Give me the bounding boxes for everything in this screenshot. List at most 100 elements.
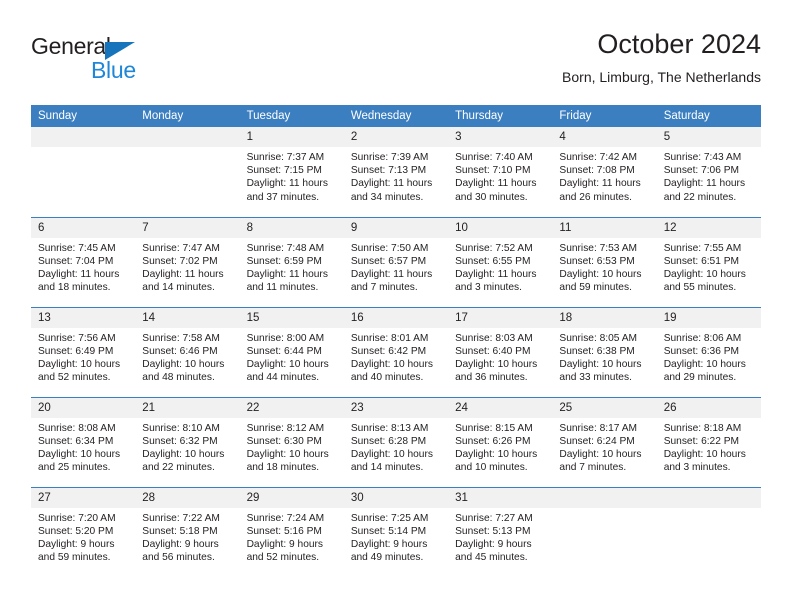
daylight-text-line2: and 7 minutes. [559, 462, 627, 474]
daylight-text-line1: Daylight: 10 hours [455, 448, 538, 460]
daylight-text-line1: Daylight: 10 hours [142, 358, 225, 370]
day-number: 20 [31, 397, 136, 418]
sunset-text: Sunset: 7:06 PM [663, 165, 740, 177]
daylight-text-line2: and 14 minutes. [350, 462, 424, 474]
calendar-day-cell[interactable]: 21 Sunrise: 8:10 AM Sunset: 6:32 PM Dayligh… [135, 396, 240, 487]
daylight-text-line2: and 22 minutes. [663, 191, 737, 203]
title-block: October 2024 Born, Limburg, The Netherla… [562, 27, 761, 87]
sunset-text: Sunset: 6:30 PM [246, 435, 322, 447]
calendar-day-cell[interactable]: 9 Sunrise: 7:50 AM Sunset: 6:57 PM Daylight… [343, 216, 449, 307]
calendar-day-cell[interactable]: 26 Sunrise: 8:18 AM Sunset: 6:22 PM Dayligh… [656, 396, 761, 487]
daylight-text-line1: Daylight: 9 hours [350, 538, 428, 550]
sunset-text: Sunset: 6:55 PM [455, 255, 531, 267]
daylight-text-line2: and 55 minutes. [663, 282, 737, 294]
daylight-text-line2: and 59 minutes. [559, 282, 632, 294]
calendar-day-cell[interactable]: 28 Sunrise: 7:22 AM Sunset: 5:18 PM Dayligh… [135, 486, 240, 577]
calendar-day-cell[interactable]: 4 Sunrise: 7:42 AM Sunset: 7:08 PM Daylight… [552, 127, 657, 217]
sunrise-text: Sunrise: 8:08 AM [38, 422, 116, 434]
day-details: Sunrise: 7:22 AM Sunset: 5:18 PM Daylight:… [135, 508, 239, 565]
day-number: 3 [448, 127, 553, 147]
sunset-text: Sunset: 6:49 PM [38, 345, 114, 357]
daylight-text-line2: and 56 minutes. [142, 552, 215, 564]
calendar-day-cell[interactable]: 5 Sunrise: 7:43 AM Sunset: 7:06 PM Daylight… [656, 127, 761, 217]
calendar-day-cell[interactable]: 19 Sunrise: 8:06 AM Sunset: 6:36 PM Dayligh… [656, 306, 761, 397]
sunset-text: Sunset: 6:40 PM [455, 345, 531, 357]
calendar-week-row: 1 Sunrise: 7:37 AM Sunset: 7:15 PM Daylight… [31, 127, 761, 217]
day-details: Sunrise: 7:20 AM Sunset: 5:20 PM Daylight:… [31, 508, 135, 565]
sunrise-text: Sunrise: 7:22 AM [142, 512, 220, 524]
sunset-text: Sunset: 6:51 PM [663, 255, 740, 267]
calendar-day-cell[interactable]: 6 Sunrise: 7:45 AM Sunset: 7:04 PM Daylight… [31, 216, 136, 307]
sunset-text: Sunset: 6:44 PM [246, 345, 322, 357]
calendar-day-cell[interactable]: 18 Sunrise: 8:05 AM Sunset: 6:38 PM Dayligh… [552, 306, 657, 397]
page-subtitle: Born, Limburg, The Netherlands [562, 69, 761, 85]
day-number: 14 [135, 307, 240, 328]
daylight-text-line2: and 40 minutes. [350, 372, 424, 384]
calendar-day-cell[interactable]: 27 Sunrise: 7:20 AM Sunset: 5:20 PM Dayligh… [31, 486, 136, 577]
day-number: 13 [31, 307, 136, 328]
sunrise-text: Sunrise: 8:10 AM [142, 422, 220, 434]
calendar-week-row: 27 Sunrise: 7:20 AM Sunset: 5:20 PM Dayligh… [31, 486, 761, 577]
calendar-day-cell[interactable]: 29 Sunrise: 7:24 AM Sunset: 5:16 PM Dayligh… [239, 486, 344, 577]
daylight-text-line2: and 44 minutes. [246, 372, 320, 384]
calendar-grid: Sunday Monday Tuesday Wednesday Thursday… [31, 105, 761, 577]
calendar-day-cell[interactable]: 3 Sunrise: 7:40 AM Sunset: 7:10 PM Daylight… [448, 127, 553, 217]
calendar-day-cell[interactable]: 14 Sunrise: 7:58 AM Sunset: 6:46 PM Dayligh… [135, 306, 240, 397]
calendar-day-cell[interactable]: 24 Sunrise: 8:15 AM Sunset: 6:26 PM Dayligh… [448, 396, 553, 487]
calendar-day-cell[interactable]: 25 Sunrise: 8:17 AM Sunset: 6:24 PM Dayligh… [552, 396, 657, 487]
day-number [31, 127, 136, 147]
daylight-text-line2: and 11 minutes. [246, 282, 319, 294]
day-details: Sunrise: 7:24 AM Sunset: 5:16 PM Daylight:… [240, 508, 344, 565]
calendar-day-cell[interactable]: 11 Sunrise: 7:53 AM Sunset: 6:53 PM Dayligh… [552, 216, 657, 307]
day-number: 1 [239, 127, 344, 147]
sunrise-text: Sunrise: 7:42 AM [559, 152, 637, 163]
daylight-text-line1: Daylight: 10 hours [663, 358, 746, 370]
daylight-text-line1: Daylight: 10 hours [559, 358, 642, 370]
daylight-text-line1: Daylight: 9 hours [142, 538, 219, 550]
sunset-text: Sunset: 6:28 PM [350, 435, 427, 447]
day-number: 29 [239, 487, 344, 508]
calendar-day-cell[interactable]: 31 Sunrise: 7:27 AM Sunset: 5:13 PM Dayligh… [448, 486, 553, 577]
calendar-body: 1 Sunrise: 7:37 AM Sunset: 7:15 PM Daylight… [31, 127, 761, 577]
sunset-text: Sunset: 7:10 PM [455, 165, 531, 177]
sunset-text: Sunset: 5:18 PM [142, 525, 218, 537]
day-details: Sunrise: 8:08 AM Sunset: 6:34 PM Daylight:… [31, 418, 135, 475]
sunrise-text: Sunrise: 7:45 AM [38, 242, 116, 254]
calendar-day-cell[interactable]: 7 Sunrise: 7:47 AM Sunset: 7:02 PM Daylight… [135, 216, 240, 307]
daylight-text-line2: and 25 minutes. [38, 462, 111, 474]
calendar-day-cell[interactable]: 8 Sunrise: 7:48 AM Sunset: 6:59 PM Daylight… [239, 216, 344, 307]
sunrise-text: Sunrise: 7:56 AM [38, 332, 116, 344]
day-number: 8 [239, 217, 344, 238]
daylight-text-line1: Daylight: 10 hours [142, 448, 225, 460]
general-blue-logo[interactable]: General Blue [31, 33, 211, 91]
calendar-day-cell[interactable]: 2 Sunrise: 7:39 AM Sunset: 7:13 PM Daylight… [343, 127, 449, 217]
daylight-text-line2: and 33 minutes. [559, 372, 632, 384]
daylight-text-line2: and 3 minutes. [663, 462, 731, 474]
sunrise-text: Sunrise: 8:13 AM [350, 422, 429, 434]
day-number: 23 [343, 397, 449, 418]
daylight-text-line1: Daylight: 9 hours [455, 538, 532, 550]
calendar-day-cell[interactable]: 23 Sunrise: 8:13 AM Sunset: 6:28 PM Dayligh… [343, 396, 449, 487]
daylight-text-line1: Daylight: 10 hours [455, 358, 538, 370]
daylight-text-line1: Daylight: 10 hours [246, 358, 329, 370]
calendar-day-cell[interactable]: 12 Sunrise: 7:55 AM Sunset: 6:51 PM Dayligh… [656, 216, 761, 307]
sunset-text: Sunset: 6:26 PM [455, 435, 531, 447]
daylight-text-line1: Daylight: 9 hours [38, 538, 115, 550]
sunset-text: Sunset: 6:57 PM [350, 255, 427, 267]
calendar-day-cell[interactable]: 20 Sunrise: 8:08 AM Sunset: 6:34 PM Dayligh… [31, 396, 136, 487]
day-details: Sunrise: 8:03 AM Sunset: 6:40 PM Daylight:… [448, 328, 552, 385]
day-details: Sunrise: 7:53 AM Sunset: 6:53 PM Daylight:… [552, 238, 656, 295]
calendar-day-cell[interactable]: 30 Sunrise: 7:25 AM Sunset: 5:14 PM Dayligh… [343, 486, 449, 577]
sunrise-text: Sunrise: 7:24 AM [246, 512, 325, 524]
calendar-day-cell[interactable]: 15 Sunrise: 8:00 AM Sunset: 6:44 PM Dayligh… [239, 306, 344, 397]
day-details: Sunrise: 7:47 AM Sunset: 7:02 PM Daylight:… [135, 238, 239, 295]
calendar-day-cell[interactable]: 1 Sunrise: 7:37 AM Sunset: 7:15 PM Daylight… [239, 127, 344, 217]
calendar-day-cell[interactable]: 16 Sunrise: 8:01 AM Sunset: 6:42 PM Dayligh… [343, 306, 449, 397]
calendar-day-cell[interactable]: 13 Sunrise: 7:56 AM Sunset: 6:49 PM Dayligh… [31, 306, 136, 397]
day-number: 15 [239, 307, 344, 328]
calendar-day-cell[interactable]: 17 Sunrise: 8:03 AM Sunset: 6:40 PM Dayligh… [448, 306, 553, 397]
calendar-day-cell[interactable]: 22 Sunrise: 8:12 AM Sunset: 6:30 PM Dayligh… [239, 396, 344, 487]
calendar-week-row: 20 Sunrise: 8:08 AM Sunset: 6:34 PM Dayligh… [31, 396, 761, 487]
sunset-text: Sunset: 6:22 PM [663, 435, 740, 447]
calendar-day-cell[interactable]: 10 Sunrise: 7:52 AM Sunset: 6:55 PM Dayligh… [448, 216, 553, 307]
